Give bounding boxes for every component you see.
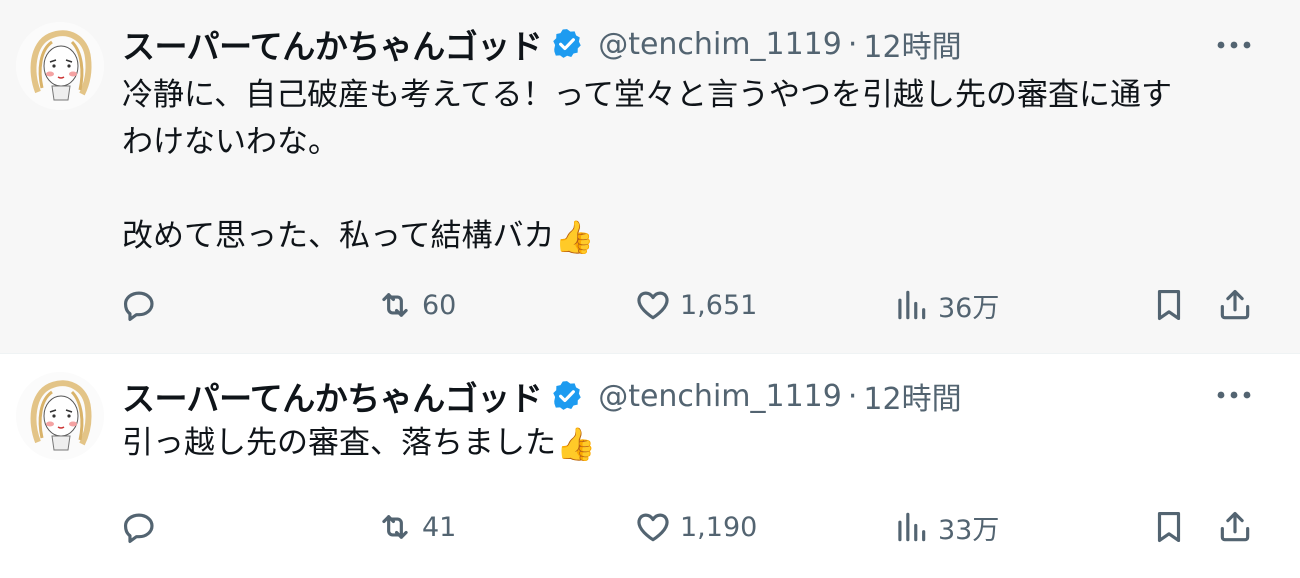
views-button[interactable]: 36万 [892, 282, 999, 328]
tweet-text: 引っ越し先の審査、落ちました👍 [122, 420, 1260, 468]
separator-dot: · [847, 378, 858, 414]
avatar-drawing-icon [16, 372, 104, 460]
bookmark-button[interactable] [1150, 282, 1188, 328]
views-count: 36万 [938, 292, 1000, 324]
author-handle[interactable]: @tenchim_1119 [598, 379, 842, 414]
bookmark-icon [1157, 289, 1181, 321]
tweet[interactable]: スーパーてんかちゃんゴッド @tenchim_1119 · 12時間 引っ越し先… [0, 353, 1300, 578]
like-button[interactable]: 1,651 [634, 282, 757, 328]
avatar[interactable] [16, 22, 104, 110]
thumbs-up-emoji: 👍 [556, 425, 596, 463]
share-icon [1220, 511, 1250, 542]
more-dots-icon [1217, 41, 1251, 49]
heart-icon [637, 291, 669, 320]
like-count: 1,651 [680, 289, 758, 321]
separator-dot: · [847, 26, 858, 62]
author-name[interactable]: スーパーてんかちゃんゴッド [122, 20, 543, 68]
views-count: 33万 [938, 514, 1000, 546]
retweet-icon [382, 515, 408, 539]
share-button[interactable] [1216, 504, 1254, 550]
tweet-text: 冷静に、自己破産も考えてる！って堂々と言うやつを引越し先の審査に通す わけないわ… [122, 72, 1260, 261]
retweet-button[interactable]: 41 [376, 504, 456, 550]
like-button[interactable]: 1,190 [634, 504, 757, 550]
share-icon [1220, 289, 1250, 320]
views-chart-icon [898, 290, 926, 320]
reply-button[interactable] [120, 504, 158, 550]
more-button[interactable] [1214, 380, 1254, 410]
tweet-header: スーパーてんかちゃんゴッド @tenchim_1119 · 12時間 [122, 20, 962, 68]
author-handle[interactable]: @tenchim_1119 [598, 27, 842, 62]
reply-icon [123, 291, 154, 321]
bookmark-icon [1157, 511, 1181, 543]
heart-icon [637, 513, 669, 542]
retweet-count: 60 [422, 289, 457, 321]
more-button[interactable] [1214, 30, 1254, 60]
share-button[interactable] [1216, 282, 1254, 328]
timestamp[interactable]: 12時間 [863, 22, 961, 66]
like-count: 1,190 [680, 511, 758, 543]
avatar[interactable] [16, 372, 104, 460]
verified-badge-icon [553, 29, 581, 58]
bookmark-button[interactable] [1150, 504, 1188, 550]
timestamp[interactable]: 12時間 [863, 374, 961, 418]
tweet-text-content: 引っ越し先の審査、落ちました [122, 425, 556, 461]
avatar-drawing-icon [16, 22, 104, 110]
tweet-feed: スーパーてんかちゃんゴッド @tenchim_1119 · 12時間 冷静に、自… [0, 0, 1300, 578]
tweet-actions: 41 1,190 33万 [120, 504, 1260, 550]
author-name[interactable]: スーパーてんかちゃんゴッド [122, 372, 543, 420]
retweet-icon [382, 293, 408, 317]
reply-icon [123, 513, 154, 543]
tweet-text-content: 冷静に、自己破産も考えてる！って堂々と言うやつを引越し先の審査に通す わけないわ… [122, 77, 1172, 254]
more-dots-icon [1217, 391, 1251, 399]
views-button[interactable]: 33万 [892, 504, 999, 550]
thumbs-up-emoji: 👍 [554, 218, 595, 256]
verified-badge-icon [553, 381, 581, 410]
reply-button[interactable] [120, 282, 158, 328]
tweet-header: スーパーてんかちゃんゴッド @tenchim_1119 · 12時間 [122, 372, 962, 420]
tweet-actions: 60 1,651 36万 [120, 282, 1260, 328]
retweet-count: 41 [422, 511, 457, 543]
tweet[interactable]: スーパーてんかちゃんゴッド @tenchim_1119 · 12時間 冷静に、自… [0, 0, 1300, 353]
retweet-button[interactable]: 60 [376, 282, 456, 328]
views-chart-icon [898, 512, 926, 542]
